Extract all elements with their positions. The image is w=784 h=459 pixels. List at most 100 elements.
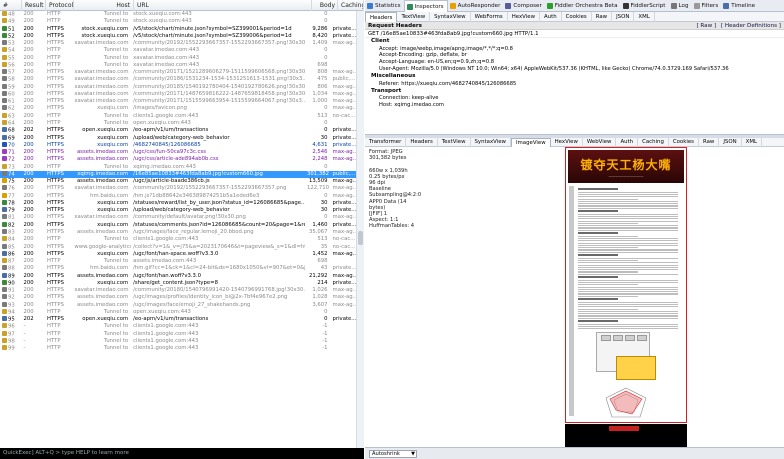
session-row[interactable]: 51 200 HTTPS stock.xueqiu.com/v5/stock/char… bbox=[0, 25, 356, 33]
response-tab-headers[interactable]: Headers bbox=[406, 138, 438, 147]
session-row[interactable]: 56 200 HTTP Tunnel to xavatar.imedao.com:443… bbox=[0, 61, 356, 69]
session-row[interactable]: 58 200 HTTPS xavatar.imedao.com/community/2… bbox=[0, 76, 356, 83]
tab-composer[interactable]: Composer bbox=[503, 0, 544, 12]
tab-fiddlerscript[interactable]: FiddlerScript bbox=[621, 0, 669, 12]
session-row[interactable]: 57 200 HTTPS xavatar.imedao.com/community/2… bbox=[0, 69, 356, 76]
session-row[interactable]: 79 200 HTTPS xueqiu.com/upload/web/category… bbox=[0, 207, 356, 214]
session-caching: private... bbox=[332, 25, 356, 32]
response-tab-transformer[interactable]: Transformer bbox=[365, 138, 407, 147]
column-header-protocol[interactable]: Protocol bbox=[46, 0, 74, 11]
request-tab-cookies[interactable]: Cookies bbox=[562, 12, 592, 22]
column-header-body[interactable]: Body bbox=[312, 0, 338, 11]
response-tab-xml[interactable]: XML bbox=[742, 138, 762, 147]
request-tab-xml[interactable]: XML bbox=[634, 12, 655, 22]
tab-fiddler-orchestra-beta[interactable]: Fiddler Orchestra Beta bbox=[545, 0, 621, 12]
session-row[interactable]: 85 200 HTTPS www.google-analytics.com/colle… bbox=[0, 243, 356, 251]
column-header-url[interactable]: URL bbox=[134, 0, 312, 11]
session-row[interactable]: 91 200 HTTPS xavatar.imedao.com/community/2… bbox=[0, 287, 356, 294]
session-row[interactable]: 84 200 HTTP Tunnel to clients1.google.com:44… bbox=[0, 236, 356, 243]
session-row[interactable]: 96 - HTTP Tunnel to clients1.google.com:443 -… bbox=[0, 323, 356, 330]
autoshrink-dropdown[interactable]: Autoshrink ▼ bbox=[369, 450, 417, 458]
request-tab-textview[interactable]: TextView bbox=[397, 12, 431, 22]
header-section-title[interactable]: Miscellaneous bbox=[365, 73, 784, 81]
session-row[interactable]: 59 200 HTTPS xavatar.imedao.com/community/2… bbox=[0, 83, 356, 91]
session-row[interactable]: 60 200 HTTPS xavatar.imedao.com/community/2… bbox=[0, 90, 356, 98]
session-row[interactable]: 76 200 HTTPS xavatar.imedao.com/community/2… bbox=[0, 185, 356, 192]
tab-log[interactable]: Log bbox=[669, 0, 692, 12]
session-row[interactable]: 94 200 HTTP Tunnel to open.xueqiu.com:443 0 bbox=[0, 308, 356, 316]
session-row[interactable]: 92 200 HTTPS assets.imedao.com/ugc/images/p… bbox=[0, 294, 356, 301]
session-row[interactable]: 68 202 HTTPS open.xueqiu.com/eo-apm/v1/um/t… bbox=[0, 127, 356, 134]
column-header-result[interactable]: Result bbox=[22, 0, 46, 11]
session-row[interactable]: 77 200 HTTPS hm.baidu.com/hm.js?1db88642e34… bbox=[0, 192, 356, 200]
tab-timeline[interactable]: Timeline bbox=[721, 0, 758, 12]
header-sections: Client Accept: image/webp,image/apng,imag… bbox=[365, 38, 784, 109]
session-row[interactable]: 70 200 HTTPS xueqiu.com/4682740845/12608668… bbox=[0, 141, 356, 149]
session-row[interactable]: 49 200 HTTP Tunnel to stock.xueqiu.com:443 0 bbox=[0, 18, 356, 25]
session-row[interactable]: 98 - HTTP Tunnel to clients1.google.com:443 -… bbox=[0, 337, 356, 345]
response-tab-raw[interactable]: Raw bbox=[699, 138, 720, 147]
response-tab-hexview[interactable]: HexView bbox=[551, 138, 583, 147]
autoresponder-icon bbox=[449, 3, 456, 9]
session-row[interactable]: 48 200 HTTP Tunnel to stock.xueqiu.com:443 0 bbox=[0, 11, 356, 18]
session-list-scrollbar[interactable] bbox=[356, 11, 364, 448]
tab-autoresponder[interactable]: AutoResponder bbox=[448, 0, 504, 12]
header-section-title[interactable]: Transport bbox=[365, 88, 784, 96]
response-tab-auth[interactable]: Auth bbox=[616, 138, 639, 147]
session-row[interactable]: 89 200 HTTPS assets.imedao.com/ugc/font/han… bbox=[0, 272, 356, 280]
request-tab-hexview[interactable]: HexView bbox=[508, 12, 540, 22]
session-row[interactable]: 88 200 HTTPS hm.baidu.com/hm.gif?cc=1&ck=1&… bbox=[0, 265, 356, 272]
tab-statistics[interactable]: Statistics bbox=[365, 0, 404, 12]
session-row[interactable]: 93 200 HTTPS assets.imedao.com/ugc/images/f… bbox=[0, 301, 356, 309]
response-tab-syntaxview[interactable]: SyntaxView bbox=[471, 138, 511, 147]
session-row[interactable]: 61 200 HTTPS xavatar.imedao.com/community/2… bbox=[0, 98, 356, 105]
session-row[interactable]: 86 200 HTTPS xueqiu.com/ugc/font/han-space.… bbox=[0, 250, 356, 258]
session-row[interactable]: 53 200 HTTPS xavatar.imedao.com/community/2… bbox=[0, 40, 356, 47]
session-row[interactable]: 82 200 HTTPS xueqiu.com/statuses/comments.j… bbox=[0, 221, 356, 229]
response-tab-imageview[interactable]: ImageView bbox=[510, 138, 551, 147]
session-row[interactable]: 97 - HTTP Tunnel to clients1.google.com:443 -… bbox=[0, 330, 356, 338]
header-section-title[interactable]: Client bbox=[365, 38, 784, 46]
session-row[interactable]: 64 200 HTTP Tunnel to open.xueqiu.com:443 0 bbox=[0, 119, 356, 127]
session-row[interactable]: 52 200 HTTPS stock.xueqiu.com/v5/stock/char… bbox=[0, 32, 356, 40]
session-row[interactable]: 55 200 HTTP Tunnel to xavatar.imedao.com:443… bbox=[0, 54, 356, 62]
session-row[interactable]: 62 200 HTTPS xueqiu.com/images/favicon.png 0… bbox=[0, 105, 356, 112]
column-header-host[interactable]: Host bbox=[74, 0, 134, 11]
column-header-caching[interactable]: Caching bbox=[338, 0, 364, 11]
response-tab-textview[interactable]: TextView bbox=[438, 138, 471, 147]
request-tab-auth[interactable]: Auth bbox=[540, 12, 562, 22]
session-row[interactable]: 99 - HTTP Tunnel to clients1.google.com:443 -… bbox=[0, 345, 356, 352]
session-row[interactable]: 73 200 HTTP Tunnel to xqimg.imedao.com:443 0 bbox=[0, 163, 356, 171]
session-row[interactable]: 87 200 HTTP Tunnel to assets.imedao.com:443 6… bbox=[0, 258, 356, 265]
column-header-id[interactable]: # bbox=[0, 0, 22, 11]
session-row[interactable]: 71 200 HTTPS assets.imedao.com/ugc/css/fun-… bbox=[0, 149, 356, 156]
request-tab-webforms[interactable]: WebForms bbox=[471, 12, 508, 22]
session-row[interactable]: 74 200 HTTPS xqimg.imedao.com/16e85ae10833#… bbox=[0, 170, 356, 179]
quickexec-bar[interactable]: QuickExec] ALT+Q > type HELP to learn mo… bbox=[0, 448, 364, 459]
session-row[interactable]: 75 200 HTTPS assets.imedao.com/ugc/js/artic… bbox=[0, 178, 356, 185]
session-caching bbox=[331, 18, 356, 25]
header-definitions-link[interactable]: [ Header Definitions ] bbox=[721, 23, 781, 29]
session-caching: max-ag... bbox=[332, 149, 356, 156]
response-tab-webview[interactable]: WebView bbox=[583, 138, 617, 147]
response-tab-cookies[interactable]: Cookies bbox=[669, 138, 699, 147]
request-tab-raw[interactable]: Raw bbox=[592, 12, 613, 22]
response-tab-json[interactable]: JSON bbox=[719, 138, 742, 147]
tab-inspectors[interactable]: Inspectors bbox=[403, 0, 448, 12]
session-row[interactable]: 90 200 HTTPS xueqiu.com/share/get_content.j… bbox=[0, 279, 356, 287]
session-row[interactable]: 69 200 HTTPS xueqiu.com/upload/web/category… bbox=[0, 134, 356, 142]
raw-link[interactable]: [ Raw ] bbox=[696, 23, 716, 29]
session-row[interactable]: 81 200 HTTPS xavatar.imedao.com/community/d… bbox=[0, 214, 356, 221]
session-row[interactable]: 83 200 HTTPS assets.imedao.com/ugc/images/f… bbox=[0, 228, 356, 236]
session-row[interactable]: 95 202 HTTPS open.xueqiu.com/eo-apm/v1/um/t… bbox=[0, 316, 356, 323]
session-row[interactable]: 78 200 HTTPS xueqiu.com/statuses/reward/lis… bbox=[0, 199, 356, 207]
session-row[interactable]: 54 200 HTTP Tunnel to xavatar.imedao.com:443… bbox=[0, 47, 356, 54]
scrollbar-thumb[interactable] bbox=[358, 231, 363, 245]
session-row[interactable]: 63 200 HTTP Tunnel to clients1.google.com:44… bbox=[0, 112, 356, 120]
response-tab-caching[interactable]: Caching bbox=[638, 138, 669, 147]
request-tab-syntaxview[interactable]: SyntaxView bbox=[430, 12, 471, 22]
request-tab-json[interactable]: JSON bbox=[612, 12, 635, 22]
request-tab-headers[interactable]: Headers bbox=[365, 12, 398, 22]
session-row[interactable]: 72 200 HTTPS assets.imedao.com/ugc/css/arti… bbox=[0, 156, 356, 163]
tab-filters[interactable]: Filters bbox=[692, 0, 722, 12]
